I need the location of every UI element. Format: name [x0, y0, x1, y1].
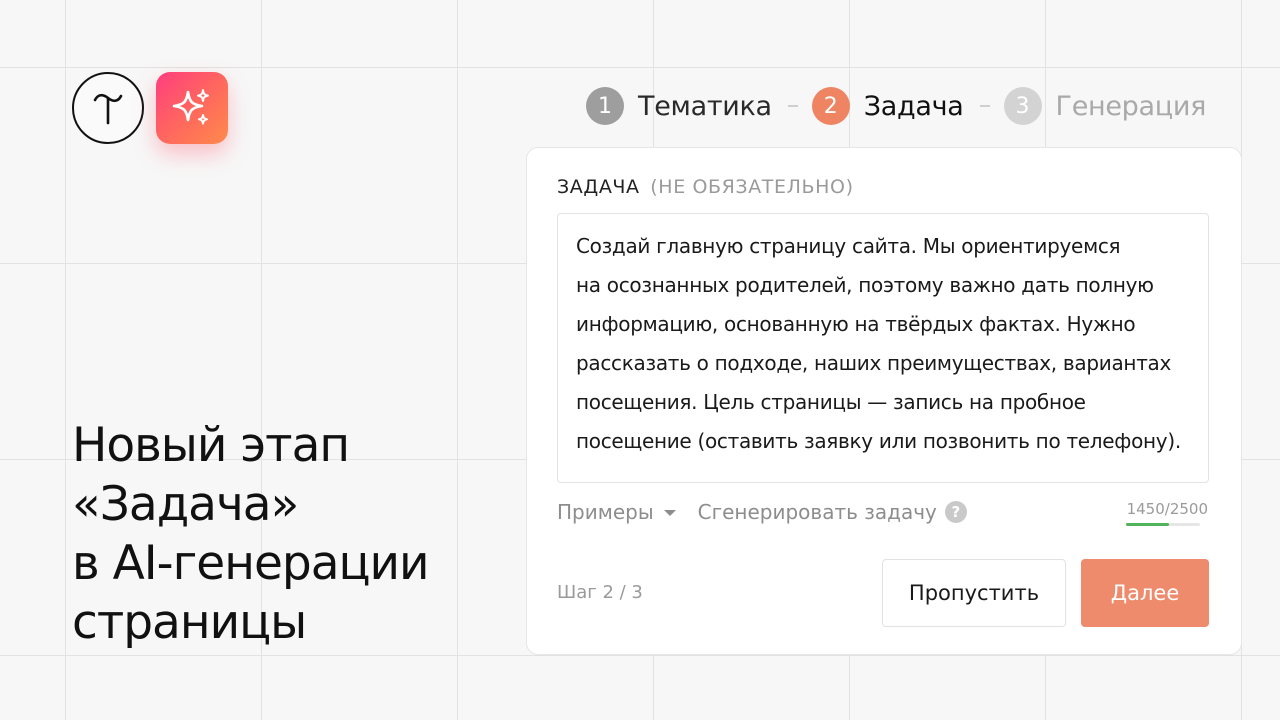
- task-tools: Примеры Сгенерировать задачу ?: [557, 498, 967, 526]
- ai-sparkle-icon: [172, 89, 209, 125]
- task-text-line: информацию, основанную на твёрдых фактах…: [576, 312, 1136, 336]
- step-task[interactable]: 2 Задача: [811, 87, 964, 125]
- task-textarea[interactable]: Создай главную страницу сайта. Мы ориент…: [557, 213, 1209, 483]
- help-icon[interactable]: ?: [944, 501, 967, 523]
- optional-label: (НЕ ОБЯЗАТЕЛЬНО): [650, 176, 854, 198]
- char-counter-text: 1450/2500: [1126, 500, 1208, 518]
- step-number: 3: [1003, 87, 1042, 125]
- task-label: ЗАДАЧА: [557, 176, 640, 198]
- step-separator: [979, 105, 990, 107]
- caret-down-icon: [663, 510, 676, 516]
- generate-task-label: Сгенерировать задачу: [697, 500, 937, 524]
- step-separator: [787, 105, 798, 107]
- task-text-line: рассказать о подходе, наших преимущества…: [576, 351, 1172, 375]
- stepper: 1 Тематика 2 Задача 3 Генерация: [586, 86, 1206, 126]
- task-text-line: на осознанных родителей, поэтому важно д…: [576, 273, 1154, 297]
- task-text-line: Создай главную страницу сайта. Мы ориент…: [576, 234, 1121, 258]
- examples-label: Примеры: [557, 500, 654, 524]
- step-generation: 3 Генерация: [1003, 87, 1207, 125]
- generate-task-link[interactable]: Сгенерировать задачу ?: [698, 500, 967, 524]
- headline-line: Новый этап: [72, 418, 350, 473]
- char-counter: 1450/2500: [1126, 500, 1208, 526]
- next-button[interactable]: Далее: [1081, 559, 1209, 627]
- step-number: 1: [586, 87, 624, 125]
- char-counter-fill: [1126, 523, 1169, 526]
- step-label: Задача: [863, 90, 964, 122]
- task-text-line: посещения. Цель страницы — запись на про…: [576, 390, 1086, 414]
- ai-logo: [156, 72, 228, 144]
- skip-button[interactable]: Пропустить: [882, 559, 1066, 627]
- headline-line: в AI-генерации: [72, 536, 430, 591]
- headline-line: «Задача»: [72, 477, 299, 532]
- tilda-t-logo-icon: [93, 93, 123, 125]
- tilda-logo: [72, 72, 144, 144]
- step-indicator: Шаг 2 / 3: [557, 582, 643, 603]
- task-text-line: посещение (оставить заявку или позвонить…: [576, 429, 1181, 453]
- step-topic[interactable]: 1 Тематика: [586, 87, 772, 125]
- step-number: 2: [811, 87, 850, 125]
- examples-dropdown[interactable]: Примеры: [557, 500, 676, 524]
- step-label: Генерация: [1055, 90, 1207, 122]
- step-label: Тематика: [638, 90, 772, 122]
- task-card: ЗАДАЧА (НЕ ОБЯЗАТЕЛЬНО) Создай главную с…: [526, 147, 1242, 655]
- headline: Новый этап «Задача» в AI-генерации стран…: [72, 416, 430, 652]
- char-counter-track: [1126, 523, 1200, 526]
- headline-line: страницы: [72, 595, 307, 650]
- task-field-label: ЗАДАЧА (НЕ ОБЯЗАТЕЛЬНО): [557, 176, 854, 198]
